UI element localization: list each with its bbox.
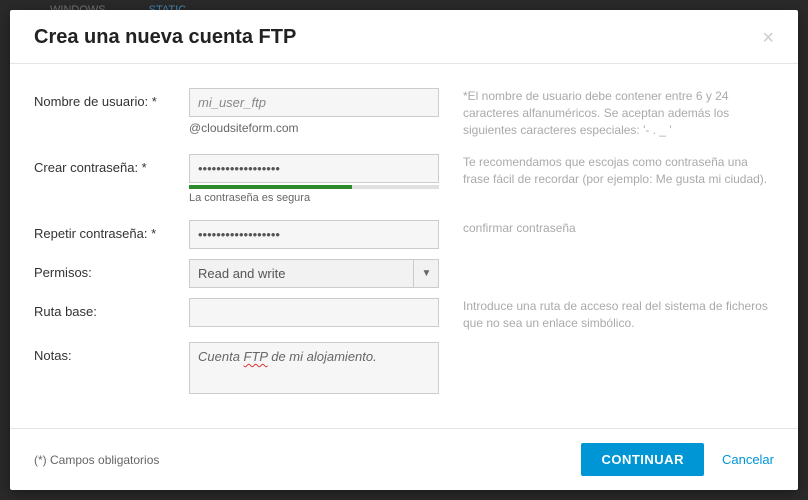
- username-hint: *El nombre de usuario debe contener entr…: [439, 88, 774, 138]
- permissions-label: Permisos:: [34, 259, 189, 280]
- required-fields-note: (*) Campos obligatorios: [34, 453, 581, 467]
- create-ftp-modal: Crea una nueva cuenta FTP × Nombre de us…: [10, 10, 798, 490]
- password-input[interactable]: [189, 154, 439, 183]
- username-suffix: @cloudsiteform.com: [189, 121, 439, 135]
- notes-textarea[interactable]: Cuenta FTP de mi alojamiento.: [189, 342, 439, 394]
- cancel-button[interactable]: Cancelar: [722, 452, 774, 467]
- repeat-hint: confirmar contraseña: [439, 220, 774, 237]
- basepath-label: Ruta base:: [34, 298, 189, 319]
- basepath-hint: Introduce una ruta de acceso real del si…: [439, 298, 774, 332]
- modal-footer: (*) Campos obligatorios CONTINUAR Cancel…: [10, 428, 798, 490]
- username-input[interactable]: [189, 88, 439, 117]
- row-notes: Notas: Cuenta FTP de mi alojamiento.: [34, 342, 774, 394]
- modal-header: Crea una nueva cuenta FTP ×: [10, 10, 798, 64]
- continue-button[interactable]: CONTINUAR: [581, 443, 704, 476]
- row-permissions: Permisos: ▼: [34, 259, 774, 288]
- row-repeat: Repetir contraseña: * confirmar contrase…: [34, 220, 774, 249]
- notes-label: Notas:: [34, 342, 189, 363]
- password-strength-bar: [189, 185, 439, 189]
- close-icon[interactable]: ×: [762, 28, 774, 48]
- username-label: Nombre de usuario: *: [34, 88, 189, 109]
- password-label: Crear contraseña: *: [34, 154, 189, 175]
- row-username: Nombre de usuario: * @cloudsiteform.com …: [34, 88, 774, 138]
- row-password: Crear contraseña: * La contraseña es seg…: [34, 154, 774, 204]
- basepath-input[interactable]: [189, 298, 439, 327]
- modal-body: Nombre de usuario: * @cloudsiteform.com …: [10, 64, 798, 428]
- modal-title: Crea una nueva cuenta FTP: [34, 26, 296, 49]
- repeat-password-input[interactable]: [189, 220, 439, 249]
- password-strength-text: La contraseña es segura: [189, 192, 439, 204]
- password-hint: Te recomendamos que escojas como contras…: [439, 154, 774, 188]
- row-basepath: Ruta base: Introduce una ruta de acceso …: [34, 298, 774, 332]
- permissions-select[interactable]: [189, 259, 439, 288]
- repeat-label: Repetir contraseña: *: [34, 220, 189, 241]
